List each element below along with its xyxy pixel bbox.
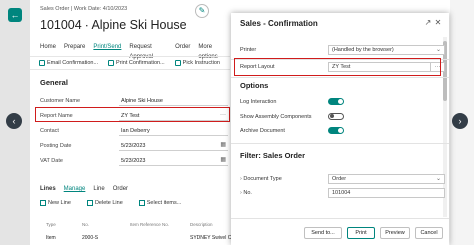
contact-field: Contact Ian Deberry — [40, 127, 230, 137]
general-heading: General — [40, 78, 68, 87]
printer-select[interactable]: (Handled by the browser) ⌄ — [328, 45, 445, 55]
email-confirmation-button[interactable]: Email Confirmation... — [34, 60, 103, 66]
log-interaction-row: Log Interaction — [240, 98, 445, 108]
tab-manage[interactable]: Manage — [64, 186, 86, 192]
plus-icon — [40, 200, 46, 206]
filter-heading: Filter: Sales Order — [240, 151, 306, 160]
tab-order-lines[interactable]: Order — [113, 186, 128, 192]
dialog-title: Sales - Confirmation — [240, 19, 318, 28]
chevron-down-icon: ⌄ — [435, 176, 441, 182]
tab-print-send[interactable]: Print/Send — [89, 42, 125, 54]
show-assembly-components-toggle[interactable] — [328, 113, 344, 120]
printer-icon — [108, 60, 115, 66]
document-type-filter: › Document Type Order ⌄ — [240, 174, 445, 185]
calendar-icon[interactable]: ▦ — [220, 156, 226, 164]
vat-date-field: VAT Date 5/23/2023 ▦ — [40, 157, 228, 166]
separator — [231, 143, 449, 144]
tab-request-approval[interactable]: Request Approval — [125, 42, 171, 60]
posting-date-input[interactable]: 5/23/2023 ▦ — [119, 142, 228, 151]
next-record-icon[interactable]: › — [452, 113, 468, 129]
cancel-button[interactable]: Cancel — [415, 227, 443, 239]
send-to-button[interactable]: Send to... — [304, 227, 342, 239]
dialog-controls: ↗ ✕ — [423, 18, 443, 27]
breadcrumb: Sales Order | Work Date: 4/10/2023 — [40, 6, 128, 12]
tab-home[interactable]: Home — [36, 42, 60, 54]
report-layout-highlight — [234, 58, 441, 76]
document-type-select[interactable]: Order ⌄ — [328, 174, 445, 184]
filter-chevron-icon[interactable]: › — [240, 176, 242, 182]
expand-icon[interactable]: ↗ — [423, 18, 433, 27]
previous-record-icon[interactable]: ‹ — [6, 113, 22, 129]
new-line-button[interactable]: New Line — [40, 200, 79, 206]
no-filter-input[interactable]: 101004 — [328, 188, 445, 198]
filter-chevron-icon[interactable]: › — [240, 190, 242, 196]
toggle-knob — [338, 128, 343, 133]
customer-name-field: Customer Name Alpine Ski House — [40, 97, 230, 107]
log-interaction-toggle[interactable] — [328, 98, 344, 105]
separator — [231, 77, 449, 78]
lines-heading: Lines — [40, 186, 56, 192]
tab-prepare[interactable]: Prepare — [60, 42, 89, 54]
back-arrow-icon[interactable]: ← — [8, 8, 22, 22]
archive-document-toggle[interactable] — [328, 127, 344, 134]
tab-more-options[interactable]: More options — [194, 42, 230, 60]
delete-line-button[interactable]: Delete Line — [86, 200, 131, 206]
action-bar: Email Confirmation... Print Confirmation… — [30, 56, 230, 70]
no-filter: › No. 101004 — [240, 188, 445, 199]
preview-button[interactable]: Preview — [380, 227, 410, 239]
lines-action-bar: New Line Delete Line Select items... — [40, 200, 197, 206]
options-heading: Options — [240, 81, 269, 90]
list-icon — [138, 200, 145, 206]
tab-order[interactable]: Order — [171, 42, 194, 54]
show-assembly-components-row: Show Assembly Components — [240, 113, 445, 123]
delete-icon — [86, 200, 93, 206]
vat-date-input[interactable]: 5/23/2023 ▦ — [119, 157, 228, 166]
print-confirmation-button[interactable]: Print Confirmation... — [103, 60, 170, 66]
contact-input[interactable]: Ian Deberry — [119, 127, 228, 136]
page-title: 101004 ∙ Alpine Ski House — [40, 18, 187, 32]
toggle-knob — [338, 99, 343, 104]
print-button[interactable]: Print — [347, 227, 375, 239]
edit-pencil-icon[interactable]: ✎ — [195, 4, 209, 18]
email-icon — [39, 60, 45, 66]
lines-tabs: Lines Manage Line Order — [40, 186, 136, 192]
sales-confirmation-dialog: Sales - Confirmation ↗ ✕ Printer (Handle… — [231, 13, 449, 245]
calendar-icon[interactable]: ▦ — [220, 141, 226, 149]
posting-date-field: Posting Date 5/23/2023 ▦ — [40, 142, 228, 151]
archive-document-row: Archive Document — [240, 127, 445, 137]
tab-line[interactable]: Line — [93, 186, 104, 192]
chevron-down-icon: ⌄ — [435, 47, 441, 53]
toggle-knob — [330, 114, 334, 118]
pick-instruction-button[interactable]: Pick Instruction — [170, 60, 225, 66]
left-strip: ← ‹ — [0, 0, 30, 245]
action-tabs: Home Prepare Print/Send Request Approval… — [30, 42, 230, 60]
print-icon — [174, 60, 181, 66]
dialog-footer: Send to... Print Preview Cancel — [231, 218, 449, 245]
close-icon[interactable]: ✕ — [433, 18, 443, 27]
select-items-button[interactable]: Select items... — [138, 200, 190, 206]
report-name-highlight — [35, 107, 230, 122]
customer-name-input[interactable]: Alpine Ski House — [119, 97, 228, 106]
printer-field: Printer (Handled by the browser) ⌄ — [240, 45, 445, 56]
